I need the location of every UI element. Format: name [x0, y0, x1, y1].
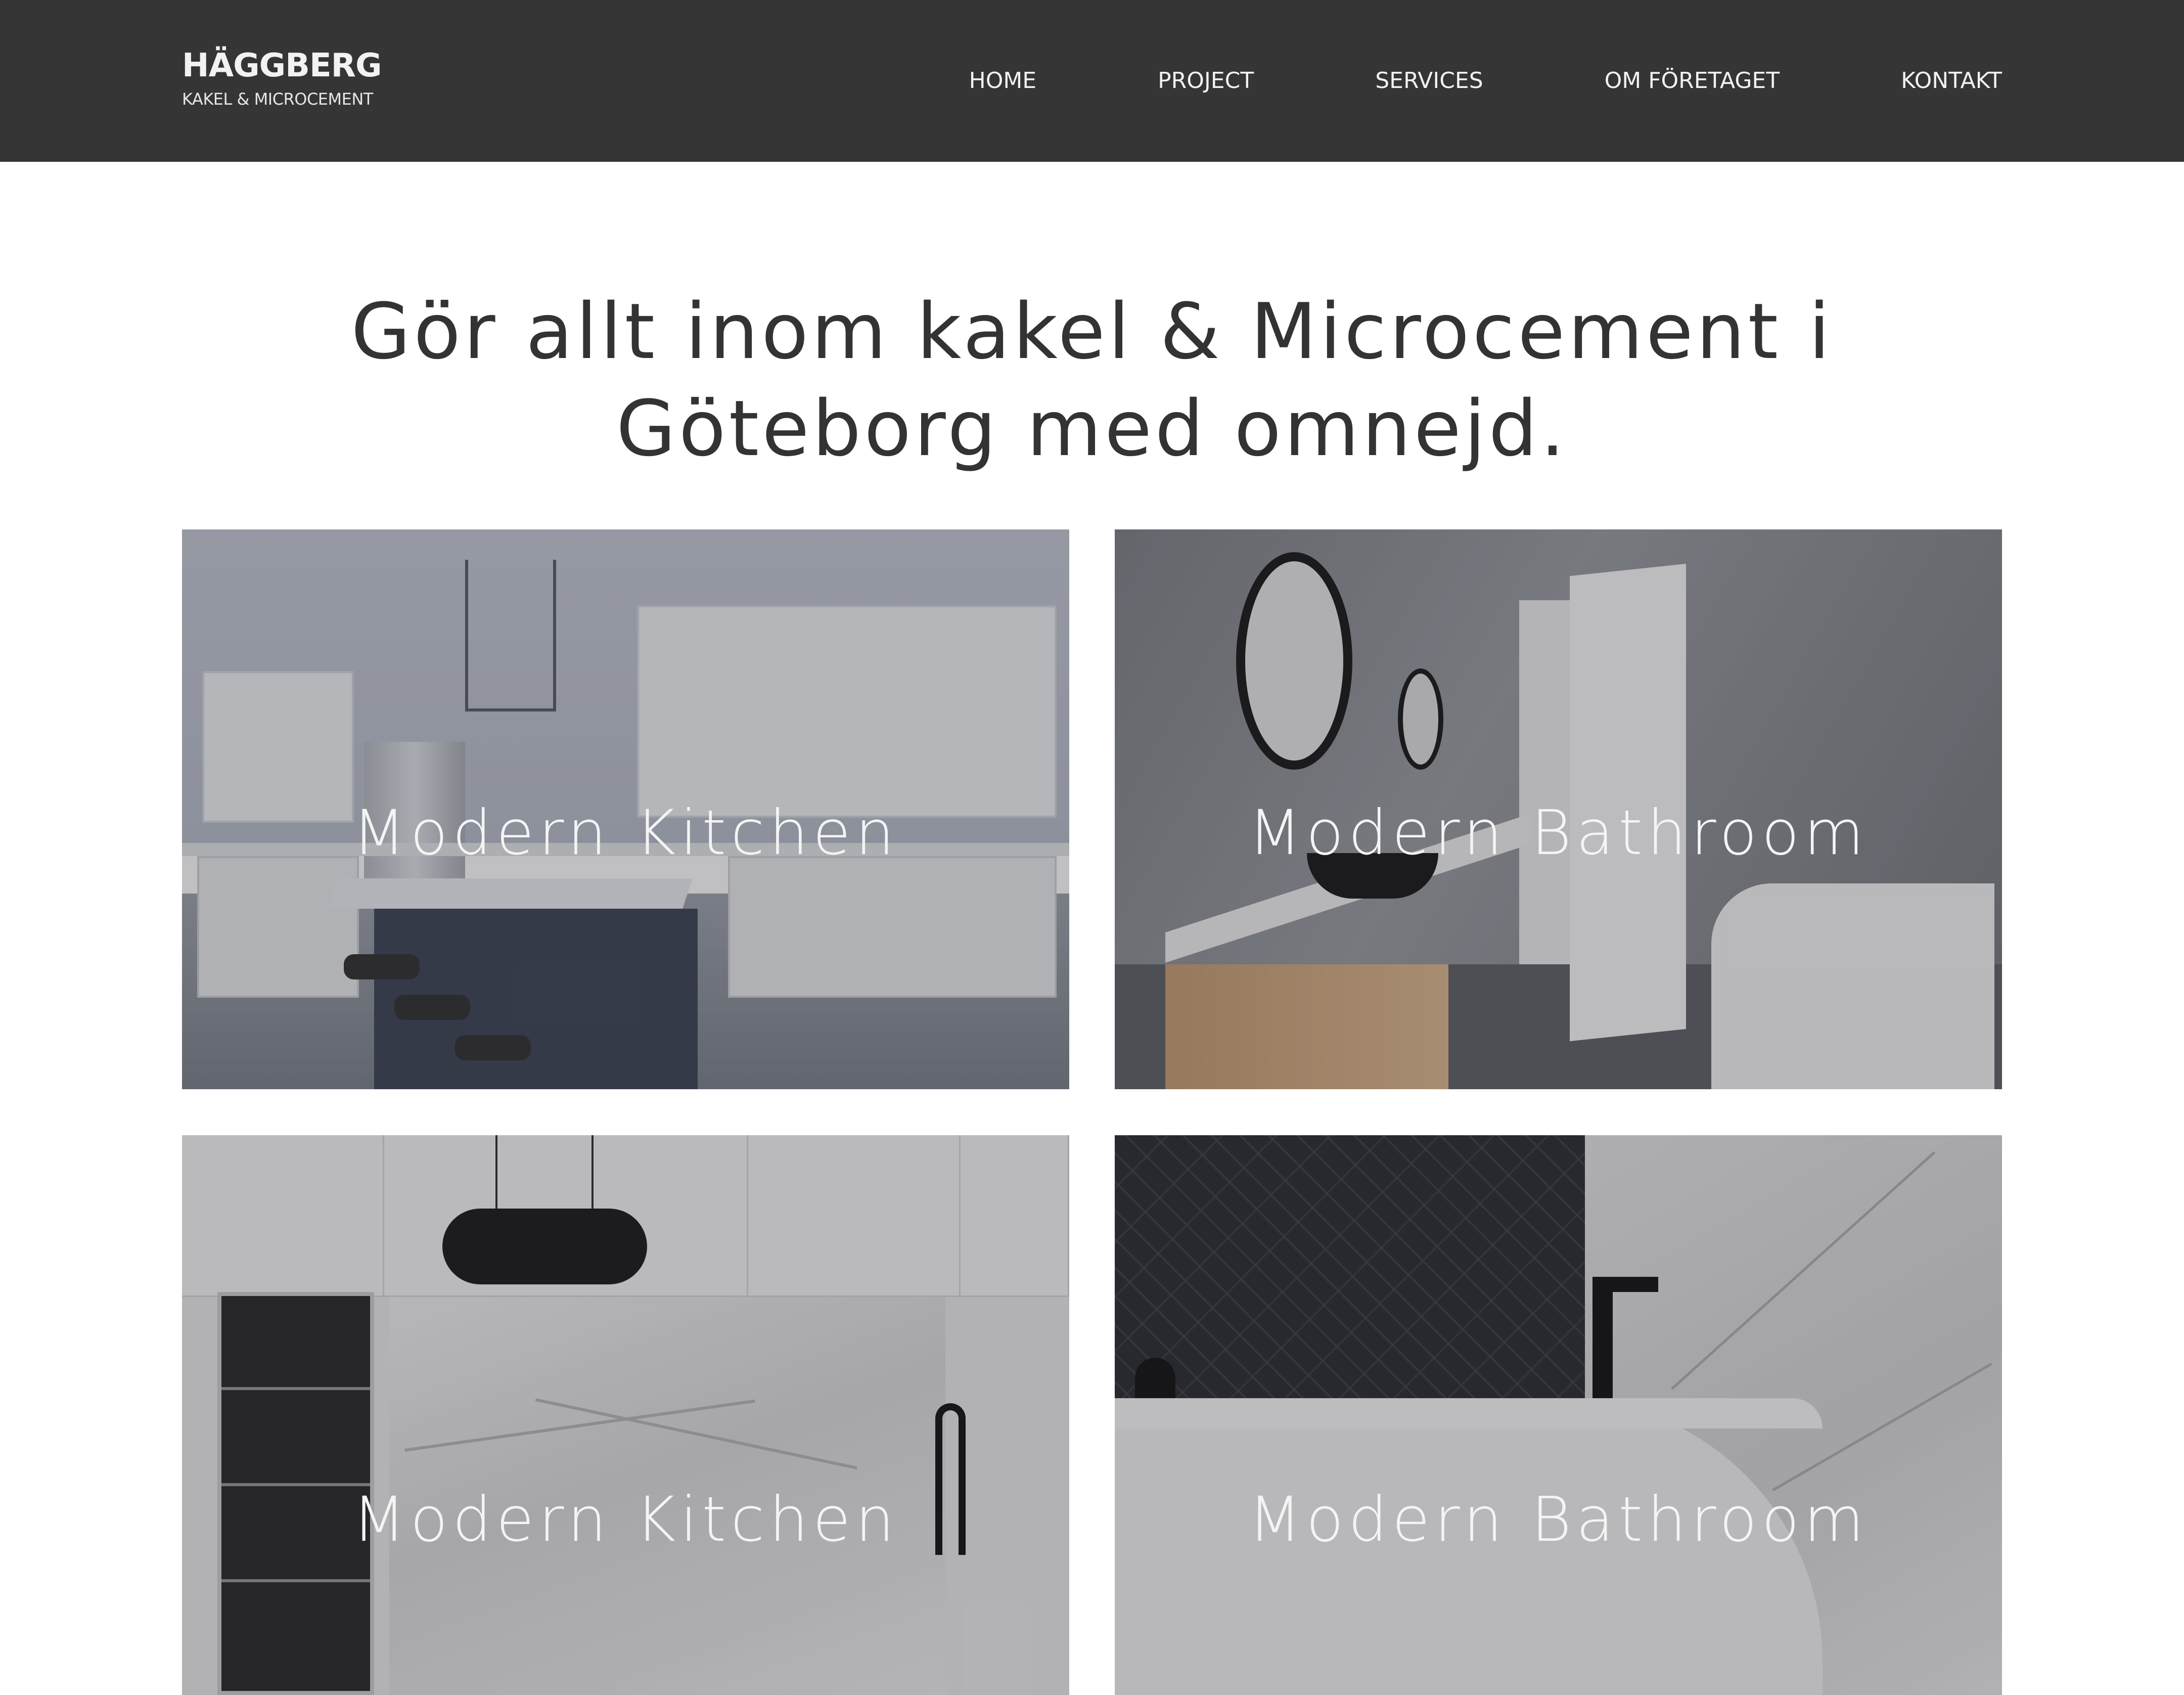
- headline-line-1: Gör allt inom kakel & Microcement i: [351, 287, 1833, 376]
- site-header: HÄGGBERG KAKEL & MICROCEMENT HOME PROJEC…: [0, 0, 2184, 162]
- headline-line-2: Göteborg med omnejd.: [616, 384, 1568, 473]
- nav-link-project[interactable]: PROJECT: [1158, 66, 1254, 96]
- project-card-kitchen-2[interactable]: Modern Kitchen: [182, 1135, 1069, 1695]
- main-nav: HOME PROJECT SERVICES OM FÖRETAGET KONTA…: [969, 0, 2002, 162]
- nav-link-services[interactable]: SERVICES: [1375, 66, 1483, 96]
- project-card-title: Modern Bathroom: [1248, 1484, 1869, 1555]
- nav-link-kontakt[interactable]: KONTAKT: [1901, 66, 2002, 96]
- brand-name: HÄGGBERG: [182, 47, 382, 84]
- project-card-bathroom-1[interactable]: Modern Bathroom: [1115, 529, 2002, 1089]
- project-card-title: Modern Bathroom: [1248, 797, 1869, 869]
- brand-tagline: KAKEL & MICROCEMENT: [182, 90, 373, 109]
- project-card-title: Modern Kitchen: [352, 797, 899, 869]
- brand-logo[interactable]: HÄGGBERG KAKEL & MICROCEMENT: [182, 46, 382, 109]
- project-card-kitchen-1[interactable]: Modern Kitchen: [182, 529, 1069, 1089]
- project-card-bathroom-2[interactable]: Modern Bathroom: [1115, 1135, 2002, 1695]
- project-card-title: Modern Kitchen: [352, 1484, 899, 1555]
- nav-link-home[interactable]: HOME: [969, 66, 1036, 96]
- nav-link-om-foretaget[interactable]: OM FÖRETAGET: [1605, 66, 1780, 96]
- page-headline: Gör allt inom kakel & Microcement i Göte…: [182, 283, 2002, 477]
